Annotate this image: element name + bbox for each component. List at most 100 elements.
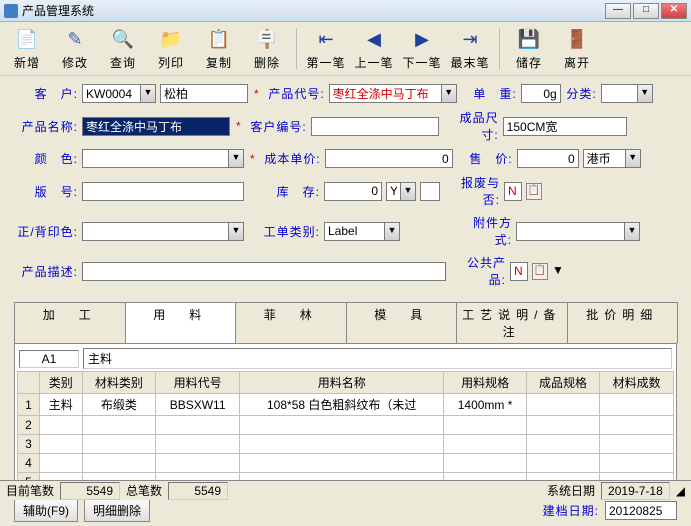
cell[interactable] [156,454,240,473]
edit-button[interactable]: ✎修改 [54,26,96,71]
tab-1[interactable]: 用 料 [125,302,237,343]
cell[interactable] [526,416,600,435]
ver-input[interactable] [82,182,244,201]
cell[interactable] [40,454,83,473]
size-input[interactable] [503,117,627,136]
delete-button[interactable]: 🪧删除 [246,26,288,71]
cell[interactable] [526,435,600,454]
tab-4[interactable]: 工艺说明/备注 [456,302,568,343]
cell[interactable]: 主料 [40,394,83,416]
cell[interactable] [82,435,156,454]
prodcode-input[interactable] [329,84,441,103]
cell[interactable] [239,454,444,473]
currency-dropdown-icon[interactable]: ▼ [625,149,641,168]
table-row[interactable]: 1主料布缎类BBSXW11108*58 白色粗斜纹布（未过1400mm * [18,394,674,416]
order-dropdown-icon[interactable]: ▼ [384,222,400,241]
customer-name-input[interactable] [160,84,248,103]
row-header[interactable]: 2 [18,416,40,435]
cell[interactable] [82,416,156,435]
exit-button[interactable]: 🚪离开 [556,26,598,71]
row-header[interactable]: 3 [18,435,40,454]
scrap-input[interactable] [504,182,522,201]
col-header[interactable]: 用料规格 [444,372,526,394]
search-button[interactable]: 🔍查询 [102,26,144,71]
class-dropdown-icon[interactable]: ▼ [637,84,653,103]
tab-2[interactable]: 菲 林 [235,302,347,343]
col-header[interactable]: 类别 [40,372,83,394]
cell[interactable] [600,416,674,435]
attach-dropdown-icon[interactable]: ▼ [624,222,640,241]
weight-input[interactable] [521,84,561,103]
color-dropdown-icon[interactable]: ▼ [228,149,244,168]
cell[interactable] [600,394,674,416]
color-input[interactable] [82,149,228,168]
prodname-input[interactable] [82,117,230,136]
first-button[interactable]: ⇤第一笔 [305,26,347,71]
side-dropdown-icon[interactable]: ▼ [228,222,244,241]
col-header[interactable]: 用料代号 [156,372,240,394]
customer-code-input[interactable] [82,84,140,103]
tab-5[interactable]: 批价明细 [567,302,679,343]
aux-button[interactable]: 辅助(F9) [14,499,78,522]
print-button[interactable]: 📁列印 [150,26,192,71]
cell[interactable] [40,435,83,454]
cell[interactable] [239,435,444,454]
order-input[interactable] [324,222,384,241]
col-header[interactable]: 用料名称 [239,372,444,394]
cell[interactable]: 1400mm * [444,394,526,416]
next-button[interactable]: ▶下一笔 [401,26,443,71]
public-dropdown-icon[interactable]: ▼ [552,263,564,280]
create-date-input[interactable] [605,501,677,520]
tab-0[interactable]: 加 工 [14,302,126,343]
customer-code-dropdown-icon[interactable]: ▼ [140,84,156,103]
cell[interactable]: 108*58 白色粗斜纹布（未过 [239,394,444,416]
desc-input[interactable] [82,262,446,281]
prev-button[interactable]: ◀上一笔 [353,26,395,71]
public-icon[interactable]: 📋 [532,263,548,280]
maximize-button[interactable]: □ [633,3,659,19]
side-input[interactable] [82,222,228,241]
cell[interactable] [526,394,600,416]
prodcode-dropdown-icon[interactable]: ▼ [441,84,457,103]
close-button[interactable]: ✕ [661,3,687,19]
scrap-icon[interactable]: 📋 [526,183,542,200]
copy-button[interactable]: 📋复制 [198,26,240,71]
cell[interactable] [156,416,240,435]
class-input[interactable] [601,84,637,103]
stock-unit-dropdown-icon[interactable]: ▼ [400,182,416,201]
col-header[interactable]: 材料类别 [82,372,156,394]
add-button[interactable]: 📄新增 [6,26,48,71]
col-header[interactable]: 材料成数 [600,372,674,394]
cell[interactable] [600,435,674,454]
public-input[interactable] [510,262,528,281]
tab-3[interactable]: 模 具 [346,302,458,343]
cell[interactable] [526,454,600,473]
table-row[interactable]: 4 [18,454,674,473]
table-row[interactable]: 3 [18,435,674,454]
cell[interactable] [600,454,674,473]
table-row[interactable]: 2 [18,416,674,435]
cell[interactable] [444,416,526,435]
stock-extra-input[interactable] [420,182,440,201]
stock-input[interactable] [324,182,382,201]
cell[interactable] [444,454,526,473]
cell[interactable] [40,416,83,435]
cell[interactable]: 布缎类 [82,394,156,416]
row-header[interactable]: 4 [18,454,40,473]
row-header[interactable]: 1 [18,394,40,416]
custno-input[interactable] [311,117,439,136]
col-header[interactable]: 成品规格 [526,372,600,394]
cell[interactable] [156,435,240,454]
cell-reference[interactable]: A1 [19,350,79,368]
minimize-button[interactable]: — [605,3,631,19]
attach-input[interactable] [516,222,624,241]
cell[interactable] [444,435,526,454]
cell[interactable]: BBSXW11 [156,394,240,416]
save-button[interactable]: 💾储存 [508,26,550,71]
cell-value[interactable]: 主料 [83,348,672,369]
cell[interactable] [239,416,444,435]
materials-grid[interactable]: 类别材料类别用料代号用料名称用料规格成品规格材料成数1主料布缎类BBSXW111… [17,371,674,492]
currency-input[interactable] [583,149,625,168]
cost-input[interactable] [325,149,453,168]
cell[interactable] [82,454,156,473]
